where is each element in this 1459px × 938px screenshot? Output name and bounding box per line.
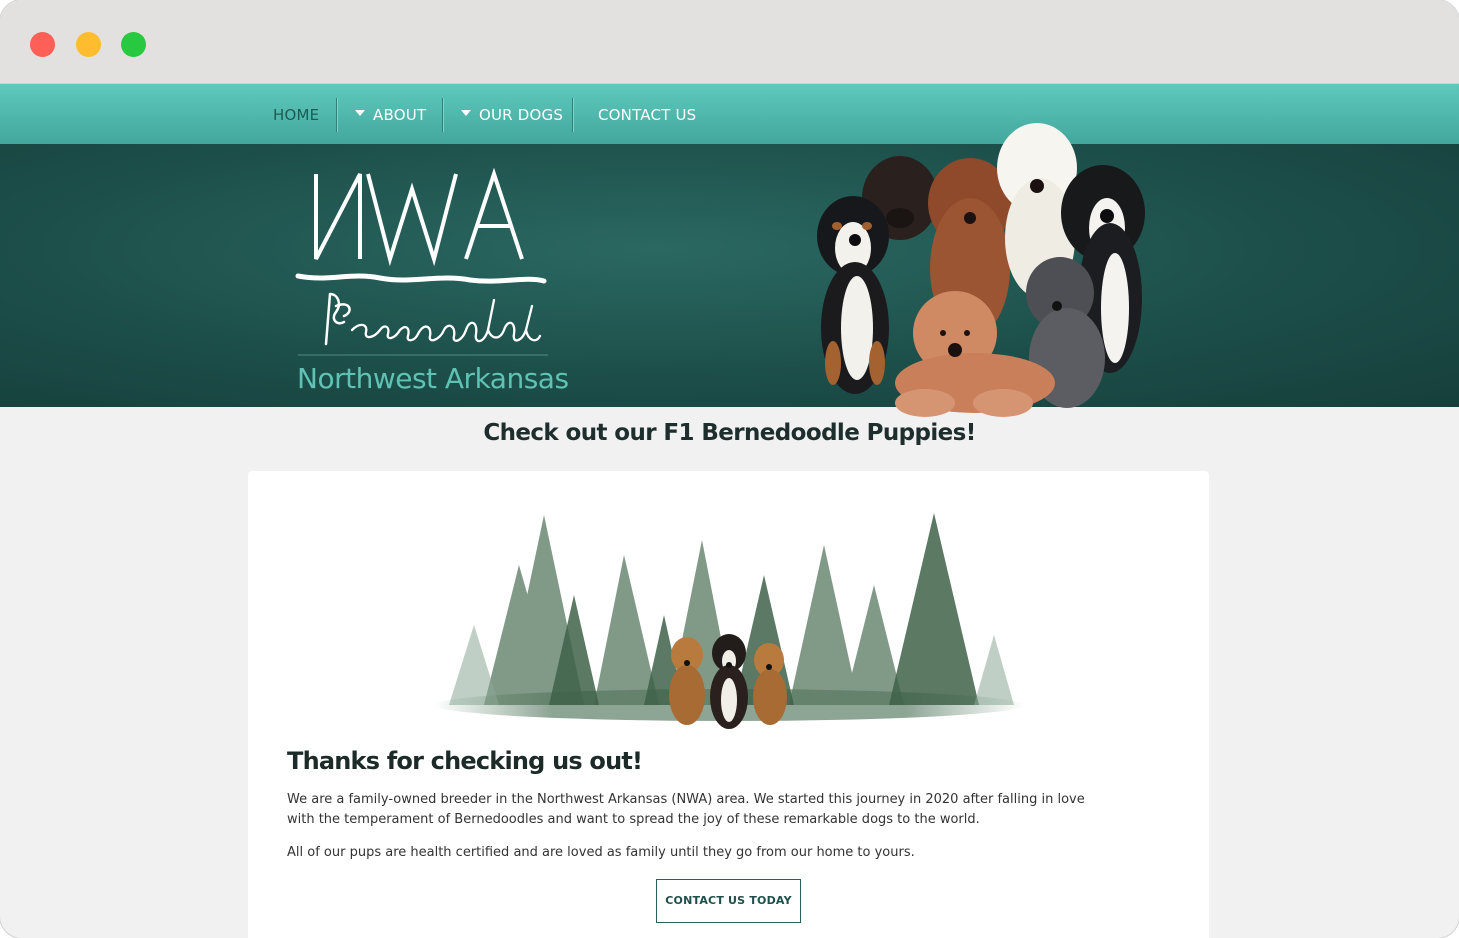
- nav-about[interactable]: ABOUT: [355, 84, 426, 144]
- content-card: Thanks for checking us out! We are a fam…: [248, 471, 1209, 938]
- health-paragraph: All of our pups are health certified and…: [287, 845, 915, 860]
- nav-divider: [336, 98, 338, 132]
- window-titlebar: [0, 0, 1459, 84]
- tagline-heading: Check out our F1 Bernedoodle Puppies!: [483, 420, 976, 446]
- close-window-button[interactable]: [30, 32, 55, 57]
- browser-window: HOME ABOUT OUR DOGS CONTACT US Northwest…: [0, 0, 1459, 938]
- nav-home-label: HOME: [273, 106, 320, 124]
- minimize-window-button[interactable]: [76, 32, 101, 57]
- logo-subtitle: Northwest Arkansas: [297, 362, 569, 395]
- nav-contact-label: CONTACT US: [598, 106, 697, 124]
- dropdown-caret-icon: [355, 109, 365, 116]
- nav-home[interactable]: HOME: [273, 84, 319, 144]
- nav-about-label: ABOUT: [373, 106, 427, 124]
- dropdown-caret-icon: [461, 109, 471, 116]
- intro-paragraph: We are a family-owned breeder in the Nor…: [287, 792, 1085, 827]
- maximize-window-button[interactable]: [121, 32, 146, 57]
- puppies-illustration: [817, 123, 1145, 417]
- main-nav: HOME ABOUT OUR DOGS CONTACT US: [0, 84, 1459, 144]
- nav-divider: [442, 98, 444, 132]
- welcome-heading: Thanks for checking us out!: [287, 747, 643, 775]
- nav-contact-us[interactable]: CONTACT US: [598, 84, 696, 144]
- nav-our-dogs[interactable]: OUR DOGS: [461, 84, 563, 144]
- hero-banner: Northwest Arkansas: [0, 123, 1459, 417]
- forest-puppies-illustration: [434, 513, 1024, 729]
- nav-divider: [572, 98, 574, 132]
- contact-us-today-button[interactable]: CONTACT US TODAY: [656, 879, 801, 923]
- nav-our-dogs-label: OUR DOGS: [479, 106, 564, 124]
